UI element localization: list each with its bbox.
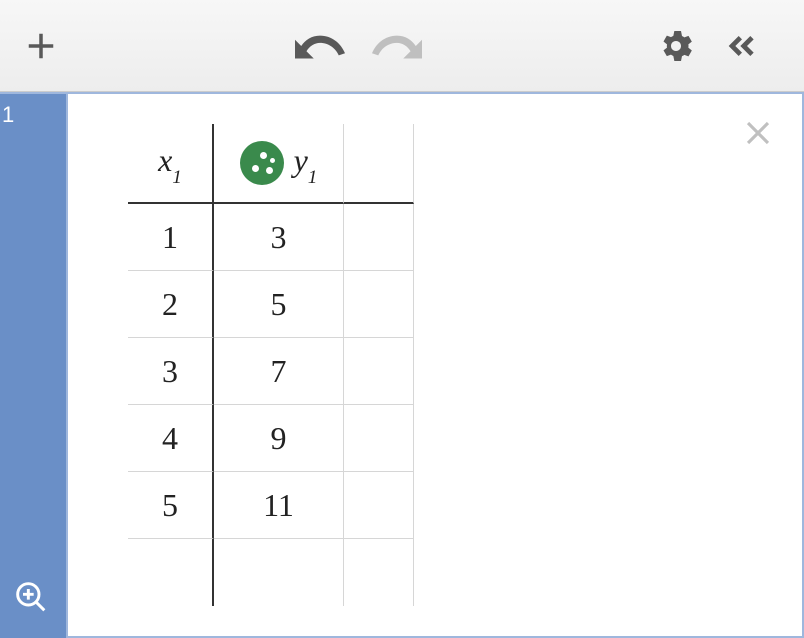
y-sub: 1 [308,167,318,188]
undo-icon[interactable] [295,28,345,64]
table-cell-empty[interactable] [344,539,414,606]
zoom-in-icon[interactable] [15,581,47,618]
table-cell[interactable] [344,204,414,271]
add-icon[interactable] [20,25,62,67]
table-cell[interactable]: 11 [214,472,344,539]
table-cell-empty[interactable] [214,539,344,606]
table-cell[interactable] [344,405,414,472]
table-cell[interactable]: 7 [214,338,344,405]
y-var: y [294,142,308,178]
table-cell[interactable]: 3 [214,204,344,271]
table-cell[interactable] [344,271,414,338]
column-header-y[interactable]: y1 [214,124,344,204]
gear-icon[interactable] [656,26,696,66]
table-cell[interactable]: 3 [128,338,214,405]
row-number: 1 [2,102,14,128]
x-sub: 1 [172,167,182,188]
table-cell[interactable]: 1 [128,204,214,271]
series-color-chip[interactable] [240,141,284,185]
column-header-x[interactable]: x1 [128,124,214,204]
table-cell[interactable]: 5 [128,472,214,539]
expression-panel: x1 y1 1 3 2 5 3 7 4 9 5 11 [68,92,804,638]
table-cell[interactable] [344,338,414,405]
table-cell[interactable]: 9 [214,405,344,472]
table-cell[interactable] [344,472,414,539]
redo-icon [372,28,422,64]
table-cell[interactable]: 4 [128,405,214,472]
data-table[interactable]: x1 y1 1 3 2 5 3 7 4 9 5 11 [128,124,802,606]
column-header-empty[interactable] [344,124,414,204]
collapse-icon[interactable] [720,26,764,66]
table-cell[interactable]: 5 [214,271,344,338]
main-area: 1 x1 y1 1 3 2 5 3 7 [0,92,804,638]
table-cell[interactable]: 2 [128,271,214,338]
table-cell-empty[interactable] [128,539,214,606]
x-var: x [158,142,172,178]
top-toolbar [0,0,804,92]
expression-gutter: 1 [0,92,68,638]
close-icon[interactable] [739,114,777,157]
